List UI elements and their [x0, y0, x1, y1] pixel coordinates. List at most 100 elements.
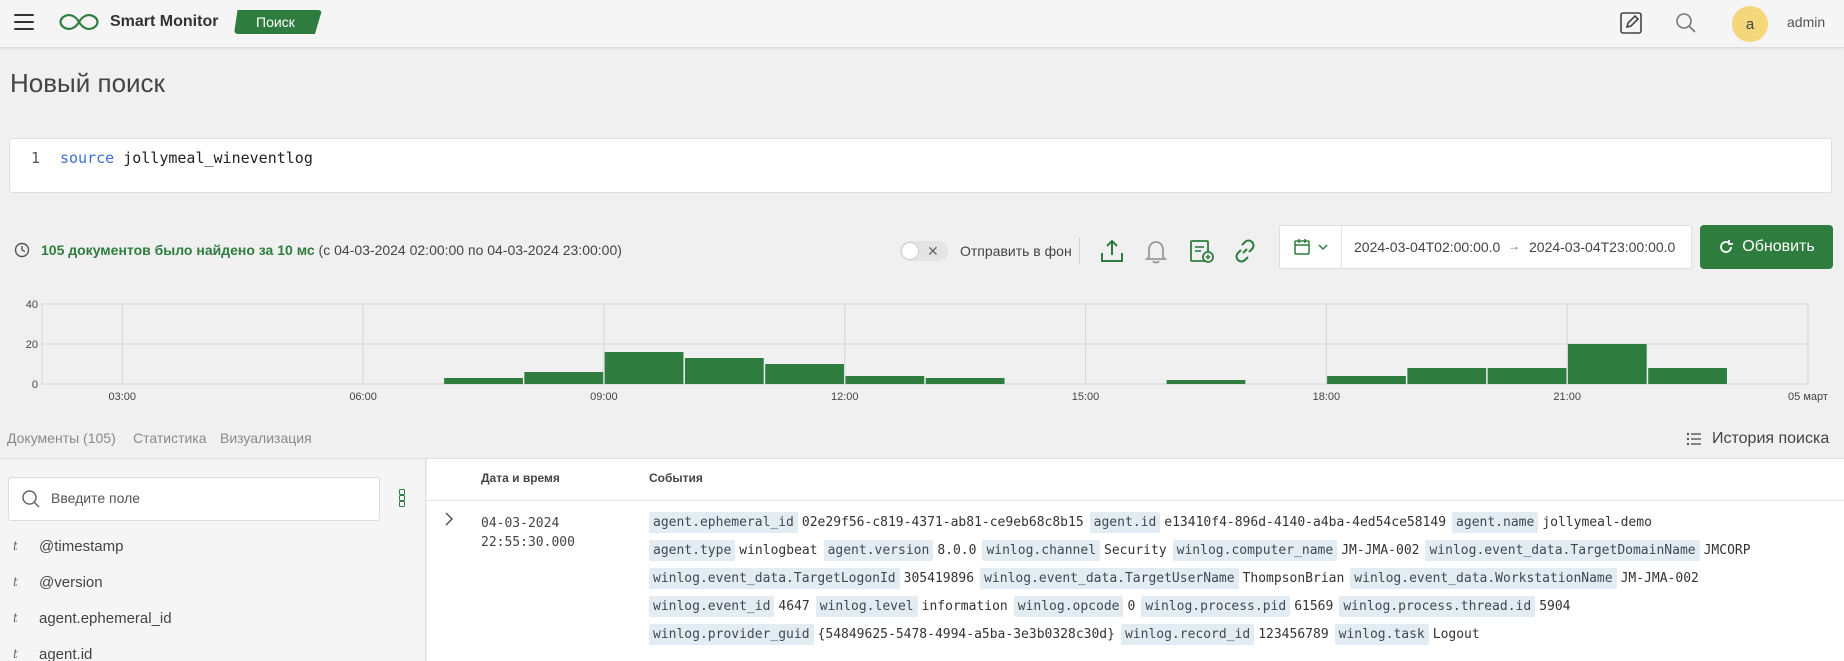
event-field-value[interactable]: Security	[1100, 543, 1173, 558]
event-field-value[interactable]: {54849625-5478-4994-a5ba-3e3b0328c30d}	[814, 627, 1121, 642]
history-label: История поиска	[1712, 430, 1830, 447]
avatar[interactable]: a	[1732, 6, 1768, 42]
edit-note-icon[interactable]	[1618, 10, 1644, 36]
field-item[interactable]: t agent.id	[0, 641, 426, 661]
x-tick-label: 21:00	[1553, 391, 1581, 403]
event-line: agent.type winlogbeat agent.version 8.0.0 wi…	[649, 537, 1829, 565]
link-icon[interactable]	[1230, 236, 1260, 266]
x-tick-label: 15:00	[1072, 391, 1100, 403]
page-title: Новый поиск	[10, 68, 165, 98]
event-field-value[interactable]: 02e29f56-c819-4371-ab81-ce9eb68c8b15	[798, 515, 1090, 530]
date-range-picker[interactable]: 2024-03-04T02:00:00.0 → 2024-03-04T23:00…	[1279, 225, 1692, 269]
add-report-icon[interactable]	[1186, 236, 1216, 266]
event-field-key[interactable]: winlog.computer_name	[1172, 540, 1338, 561]
tab-statistics[interactable]: Статистика	[133, 430, 207, 446]
event-field-value[interactable]: 0	[1123, 599, 1141, 614]
search-icon[interactable]	[1673, 10, 1699, 36]
chevron-right-icon[interactable]	[442, 511, 456, 527]
line-number: 1	[31, 149, 41, 167]
close-icon: ✕	[927, 243, 939, 259]
event-field-key[interactable]: winlog.channel	[982, 540, 1101, 561]
tab-search[interactable]: Поиск	[234, 10, 322, 34]
event-field-key[interactable]: winlog.process.thread.id	[1339, 596, 1536, 617]
field-type: t	[13, 647, 18, 661]
event-field-key[interactable]: winlog.provider_guid	[649, 624, 814, 645]
event-field-value[interactable]: JM-JMA-002	[1617, 571, 1705, 586]
event-field-key[interactable]: agent.version	[823, 540, 934, 561]
arrow-right-icon: →	[1508, 239, 1520, 253]
more-vertical-icon[interactable]	[399, 489, 405, 507]
divider	[427, 500, 1844, 501]
event-field-key[interactable]: winlog.opcode	[1013, 596, 1124, 617]
chevron-down-icon	[1317, 244, 1328, 251]
x-tick-label: 18:00	[1313, 391, 1341, 403]
event-field-value[interactable]: jollymeal-demo	[1538, 515, 1658, 530]
event-field-value[interactable]: JM-JMA-002	[1337, 543, 1425, 558]
field-name: agent.id	[39, 646, 93, 661]
event-field-key[interactable]: winlog.record_id	[1120, 624, 1255, 645]
field-item[interactable]: t @timestamp	[0, 533, 426, 563]
event-field-key[interactable]: agent.name	[1452, 512, 1539, 533]
histogram-chart: 0 20 40 03:00 06:00 09:00 12:00 15:00 18:00 21:00…	[26, 299, 1828, 403]
event-line: winlog.event_data.TargetLogonId 305419896…	[649, 565, 1829, 593]
event-field-key[interactable]: winlog.event_id	[649, 596, 775, 617]
y-tick-label: 40	[26, 299, 38, 311]
event-field-key[interactable]: winlog.event_data.WorkstationName	[1350, 568, 1617, 589]
field-item[interactable]: t agent.ephemeral_id	[0, 605, 426, 635]
search-history-button[interactable]: История поиска	[1686, 430, 1829, 448]
search-icon	[22, 490, 40, 508]
histogram-bar	[1567, 344, 1647, 384]
user-name[interactable]: admin	[1787, 14, 1825, 30]
field-type: t	[13, 539, 18, 553]
event-field-value[interactable]: ThompsonBrian	[1239, 571, 1351, 586]
date-from[interactable]: 2024-03-04T02:00:00.0	[1354, 239, 1500, 255]
event-field-key[interactable]: agent.ephemeral_id	[649, 512, 798, 533]
event-datetime: 04-03-2024 22:55:30.000	[481, 514, 575, 552]
event-field-value[interactable]: winlogbeat	[735, 543, 823, 558]
event-field-value[interactable]: 4647	[774, 599, 815, 614]
histogram-bar	[1166, 380, 1246, 384]
calendar-button[interactable]	[1280, 226, 1342, 268]
event-field-key[interactable]: winlog.event_data.TargetDomainName	[1425, 540, 1700, 561]
event-field-key[interactable]: agent.id	[1089, 512, 1161, 533]
event-field-value[interactable]: 123456789	[1254, 627, 1334, 642]
event-field-key[interactable]: winlog.task	[1334, 624, 1429, 645]
background-toggle[interactable]: ✕	[900, 241, 948, 261]
column-header-events[interactable]: События	[649, 471, 703, 485]
event-field-value[interactable]: JMCORP	[1700, 543, 1757, 558]
event-field-value[interactable]: Logout	[1429, 627, 1486, 642]
event-date: 04-03-2024	[481, 516, 560, 531]
export-icon[interactable]	[1097, 236, 1127, 266]
event-field-value[interactable]: information	[918, 599, 1014, 614]
date-to[interactable]: 2024-03-04T23:00:00.0	[1529, 239, 1675, 255]
tab-visualization[interactable]: Визуализация	[220, 430, 312, 446]
event-field-value[interactable]: e13410f4-896d-4140-a4ba-4ed54ce58149	[1160, 515, 1452, 530]
query-editor[interactable]: 1 source jollymeal_wineventlog	[9, 138, 1832, 193]
refresh-button[interactable]: Обновить	[1700, 225, 1833, 269]
field-search-input[interactable]	[51, 490, 361, 506]
brand-name: Smart Monitor	[110, 13, 219, 30]
histogram-bar	[765, 364, 844, 384]
field-item[interactable]: t @version	[0, 569, 426, 599]
x-tick-label: 05 март	[1788, 391, 1828, 403]
found-count: 105 документов было найдено за 10 мс	[41, 242, 315, 258]
event-field-key[interactable]: winlog.event_data.TargetUserName	[980, 568, 1239, 589]
tab-documents[interactable]: Документы (105)	[7, 430, 116, 446]
event-field-key[interactable]: agent.type	[649, 540, 736, 561]
event-field-value[interactable]: 61569	[1290, 599, 1339, 614]
results-table: Дата и время События 04-03-2024 22:55:30…	[427, 459, 1844, 661]
bell-icon[interactable]	[1141, 236, 1171, 266]
menu-icon[interactable]	[14, 14, 34, 30]
column-header-datetime[interactable]: Дата и время	[481, 471, 560, 485]
event-field-value[interactable]: 8.0.0	[933, 543, 982, 558]
query-value: jollymeal_wineventlog	[123, 149, 313, 167]
histogram-bar	[604, 352, 684, 384]
event-field-key[interactable]: winlog.event_data.TargetLogonId	[649, 568, 900, 589]
event-field-key[interactable]: winlog.process.pid	[1141, 596, 1291, 617]
x-tick-label: 09:00	[590, 391, 618, 403]
event-field-key[interactable]: winlog.level	[815, 596, 918, 617]
event-field-value[interactable]: 5904	[1535, 599, 1576, 614]
event-field-value[interactable]: 305419896	[900, 571, 980, 586]
query-text[interactable]: source jollymeal_wineventlog	[60, 149, 313, 167]
field-search[interactable]	[8, 477, 380, 521]
